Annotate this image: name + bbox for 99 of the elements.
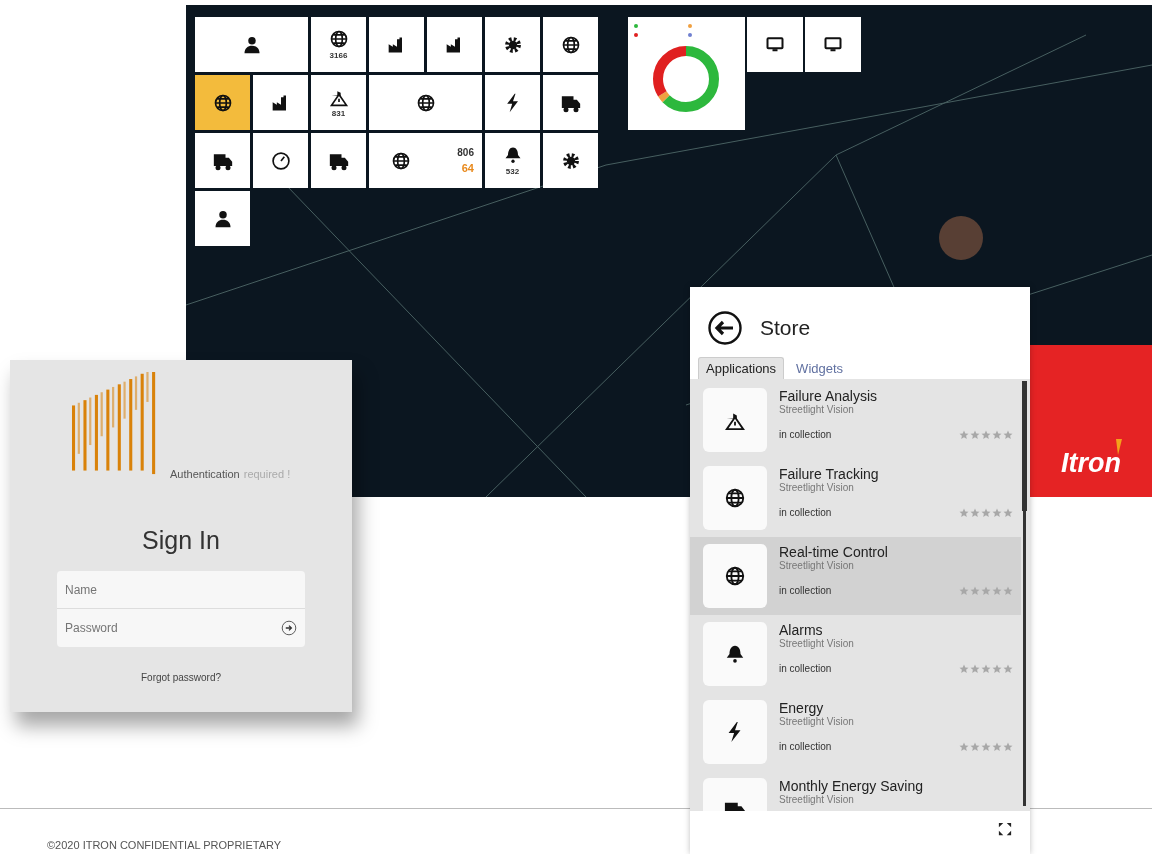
tab[interactable]: Widgets bbox=[788, 357, 852, 379]
name-field[interactable]: Name bbox=[57, 571, 305, 609]
app-status: in collection bbox=[779, 429, 832, 440]
star-icon bbox=[992, 741, 1002, 752]
star-icon bbox=[970, 429, 980, 440]
stat-value: 806 bbox=[457, 147, 474, 158]
globe-icon bbox=[415, 92, 436, 113]
app-name: Real-time Control bbox=[779, 544, 889, 560]
app-tile[interactable] bbox=[427, 17, 482, 72]
app-status: in collection bbox=[779, 663, 832, 674]
app-list-item[interactable]: Failure Tracking Streetlight Vision in collection bbox=[690, 459, 1021, 537]
app-vendor: Streetlight Vision bbox=[779, 638, 855, 649]
app-status: in collection bbox=[779, 585, 832, 596]
tile-count: 532 bbox=[505, 167, 520, 176]
app-tile[interactable]: 532 bbox=[485, 133, 540, 188]
monitor-widget[interactable] bbox=[805, 17, 861, 72]
auth-label: Authentication bbox=[170, 468, 240, 480]
app-tile[interactable] bbox=[195, 75, 250, 130]
alert-value: 64 bbox=[461, 162, 474, 174]
back-icon[interactable] bbox=[708, 311, 742, 345]
app-vendor: Streetlight Vision bbox=[779, 560, 855, 571]
star-icon bbox=[970, 741, 980, 752]
app-tile[interactable] bbox=[195, 17, 308, 72]
app-tile[interactable] bbox=[195, 133, 250, 188]
app-tile[interactable] bbox=[543, 75, 598, 130]
tile-count: 3166 bbox=[329, 51, 348, 60]
app-tile[interactable] bbox=[369, 75, 482, 130]
app-list-item[interactable]: Alarms Streetlight Vision in collection bbox=[690, 615, 1021, 693]
app-tile[interactable]: 806 64 bbox=[369, 133, 482, 188]
app-list-item[interactable]: Monthly Energy Saving Streetlight Vision bbox=[690, 771, 1021, 811]
star-icon bbox=[981, 741, 991, 752]
globe-icon bbox=[560, 34, 581, 55]
app-status: in collection bbox=[779, 741, 832, 752]
star-icon bbox=[1003, 663, 1013, 674]
app-vendor: Streetlight Vision bbox=[779, 794, 855, 805]
star-icon bbox=[981, 663, 991, 674]
app-vendor: Streetlight Vision bbox=[779, 404, 855, 415]
star-icon bbox=[970, 507, 980, 518]
globe-icon bbox=[212, 92, 233, 113]
app-tile[interactable] bbox=[543, 133, 598, 188]
app-tile[interactable]: 831 bbox=[311, 75, 366, 130]
password-field[interactable]: Password bbox=[57, 609, 305, 647]
fullscreen-icon[interactable] bbox=[998, 822, 1012, 836]
app-name: Alarms bbox=[779, 622, 824, 638]
scrollbar[interactable] bbox=[1023, 381, 1026, 806]
tile-count: 831 bbox=[331, 109, 346, 118]
forgot-password-link[interactable]: Forgot password? bbox=[140, 672, 221, 683]
sign-in-title: Sign In bbox=[142, 526, 220, 555]
app-tile[interactable] bbox=[253, 133, 308, 188]
star-icon bbox=[959, 585, 969, 596]
copyright-text: ©2020 ITRON CONFIDENTIAL PROPRIETARY bbox=[47, 839, 282, 851]
star-icon bbox=[992, 663, 1002, 674]
app-list-item[interactable]: Energy Streetlight Vision in collection bbox=[690, 693, 1021, 771]
app-tile[interactable] bbox=[311, 133, 366, 188]
store-title: Store bbox=[760, 316, 811, 340]
app-vendor: Streetlight Vision bbox=[779, 716, 855, 727]
star-icon bbox=[992, 585, 1002, 596]
star-icon bbox=[959, 663, 969, 674]
star-icon bbox=[1003, 429, 1013, 440]
star-icon bbox=[981, 507, 991, 518]
app-list-item[interactable]: Real-time Control Streetlight Vision in collection bbox=[690, 537, 1021, 615]
app-status: in collection bbox=[779, 507, 832, 518]
globe-icon bbox=[328, 29, 349, 49]
globe-icon bbox=[724, 565, 746, 587]
globe-icon bbox=[724, 487, 746, 509]
star-icon bbox=[1003, 741, 1013, 752]
star-icon bbox=[959, 741, 969, 752]
tab[interactable]: Applications bbox=[698, 357, 785, 379]
star-icon bbox=[992, 507, 1002, 518]
star-icon bbox=[970, 663, 980, 674]
app-tile[interactable] bbox=[543, 17, 598, 72]
app-name: Monthly Energy Saving bbox=[779, 778, 924, 794]
star-icon bbox=[981, 585, 991, 596]
star-icon bbox=[981, 429, 991, 440]
auth-detail: required ! bbox=[243, 468, 291, 480]
app-vendor: Streetlight Vision bbox=[779, 482, 855, 493]
globe-icon bbox=[391, 150, 411, 171]
star-icon bbox=[970, 585, 980, 596]
app-tile[interactable] bbox=[485, 75, 540, 130]
app-tile[interactable] bbox=[485, 17, 540, 72]
star-icon bbox=[959, 429, 969, 440]
app-name: Failure Tracking bbox=[779, 466, 880, 482]
gear-icon bbox=[502, 34, 523, 55]
star-icon bbox=[959, 507, 969, 518]
brand-logo: Itron bbox=[1061, 448, 1121, 479]
app-tile[interactable] bbox=[195, 191, 250, 246]
gear-icon bbox=[560, 150, 581, 171]
app-list-item[interactable]: Failure Analysis Streetlight Vision in collection bbox=[690, 381, 1021, 459]
gauge-icon bbox=[270, 150, 291, 171]
star-icon bbox=[1003, 585, 1013, 596]
star-icon bbox=[992, 429, 1002, 440]
star-icon bbox=[1003, 507, 1013, 518]
monitor-widget[interactable] bbox=[747, 17, 803, 72]
bell-icon bbox=[724, 643, 746, 665]
app-name: Failure Analysis bbox=[779, 388, 879, 404]
app-tile[interactable]: 3166 bbox=[311, 17, 366, 72]
app-tile[interactable] bbox=[253, 75, 308, 130]
app-tile[interactable] bbox=[369, 17, 424, 72]
app-name: Energy bbox=[779, 700, 825, 716]
